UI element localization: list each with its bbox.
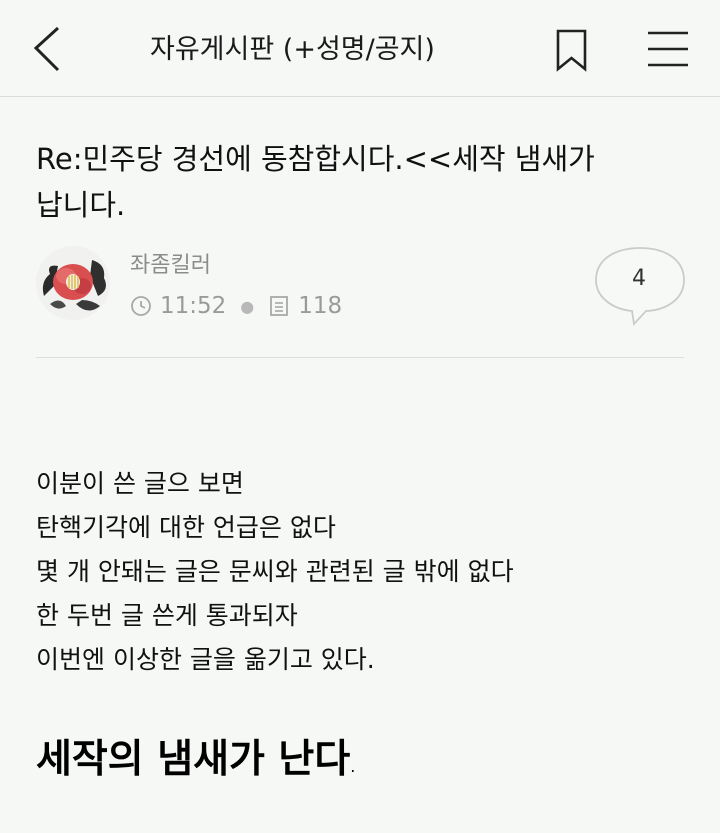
avatar[interactable] [36, 246, 110, 320]
bookmark-button[interactable] [552, 28, 592, 72]
clock-icon [131, 296, 151, 316]
emphasis-main: 세작의 냄새가 난다 [36, 737, 351, 782]
body-line: 몇 개 안돼는 글은 문씨와 관련된 글 밖에 없다 [36, 557, 514, 586]
post-meta: 11:52 ● 118 [130, 290, 342, 322]
body-line: 이분이 쓴 글으 보면 [36, 469, 244, 498]
author-name[interactable]: 좌좀킬러 [130, 250, 211, 282]
divider [36, 357, 684, 358]
body-line: 한 두번 글 쓴게 통과되자 [36, 601, 298, 630]
post-time: 11:52 [160, 293, 227, 319]
back-button[interactable] [22, 20, 78, 76]
app-header: 자유게시판 (+성명/공지) [0, 0, 720, 97]
hamburger-menu-icon [648, 31, 688, 67]
emphasis-text: 세작의 냄새가 난다. [36, 730, 355, 797]
menu-button[interactable] [644, 28, 692, 72]
emphasis-tail: . [350, 757, 356, 776]
document-icon [270, 296, 289, 316]
meta-separator: ● [240, 296, 255, 316]
page-title: 자유게시판 (+성명/공지) [150, 34, 435, 65]
post-title: Re:민주당 경선에 동참합시다.<<세작 냄새가 납니다. [36, 142, 595, 222]
body-line: 이번엔 이상한 글을 옮기고 있다. [36, 645, 375, 674]
bookmark-icon [556, 29, 587, 72]
comment-count[interactable]: 4 [594, 262, 684, 296]
body-line: 탄핵기각에 대한 언급은 없다 [36, 513, 336, 542]
camellia-flower-icon [36, 246, 110, 320]
view-count: 118 [298, 293, 343, 319]
post-body: 이분이 쓴 글으 보면 탄핵기각에 대한 언급은 없다 몇 개 안돼는 글은 문… [36, 462, 696, 682]
chevron-left-icon [33, 26, 60, 72]
